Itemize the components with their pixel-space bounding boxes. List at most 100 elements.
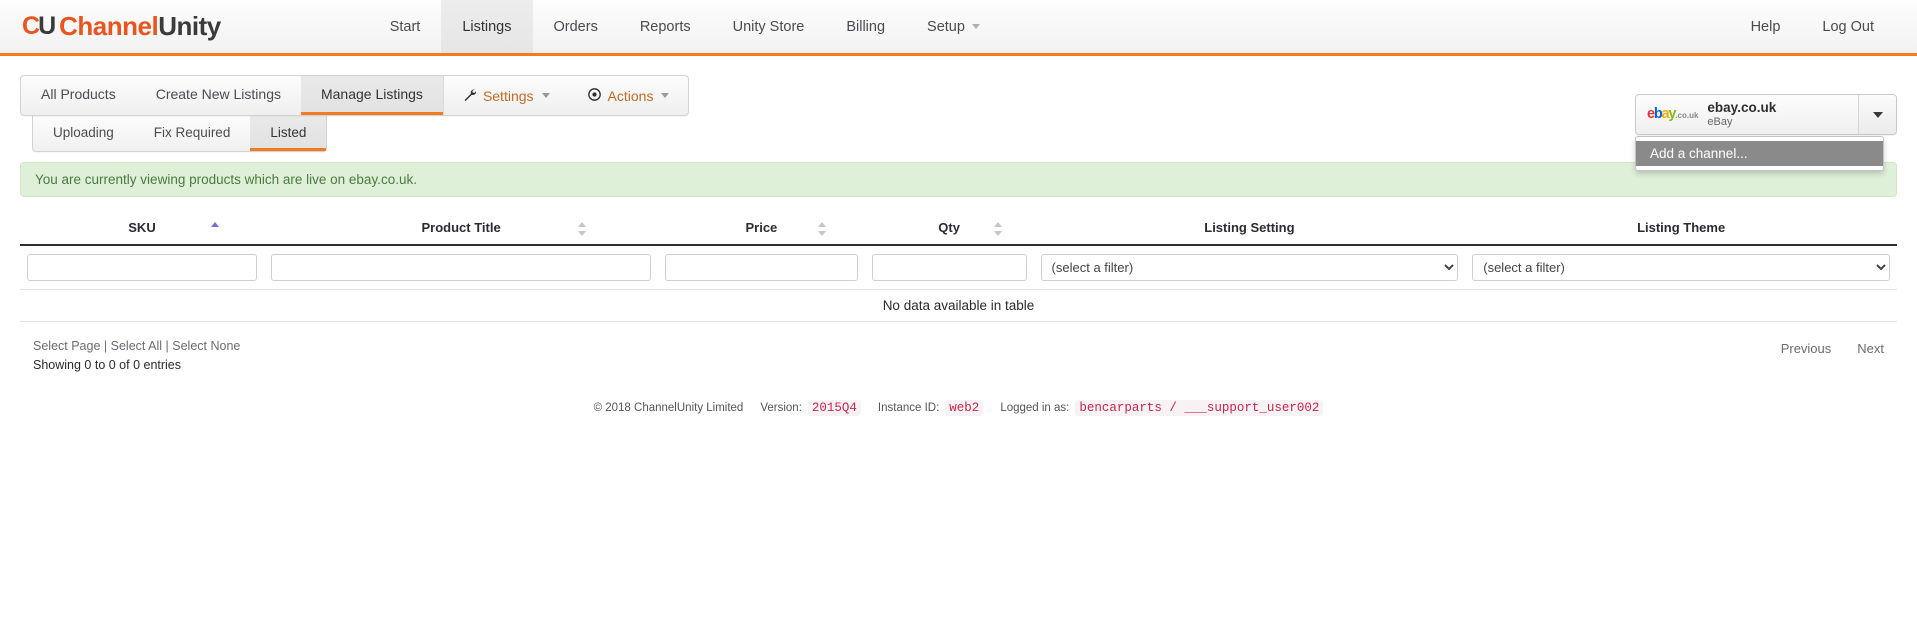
caret-down-icon [1872, 111, 1883, 118]
previous-page-button[interactable]: Previous [1781, 341, 1832, 356]
version-value: 2015Q4 [807, 400, 861, 417]
tab-label-all-products: All Products [41, 86, 116, 102]
tab-label-listed: Listed [270, 124, 307, 140]
column-label-product-title: Product Title [421, 220, 501, 235]
column-label-qty: Qty [938, 220, 960, 235]
filter-cell-listing-theme: (select a filter) [1465, 245, 1897, 290]
tab-fix-required[interactable]: Fix Required [134, 116, 251, 151]
column-header-listing-setting: Listing Setting [1033, 213, 1466, 246]
filter-cell-price [658, 245, 865, 290]
sep-2: | [162, 339, 173, 353]
select-all-link[interactable]: Select All [111, 339, 162, 353]
site-footer: © 2018 ChannelUnity Limited Version: 201… [20, 400, 1897, 417]
channel-dropdown-menu: Add a channel... [1635, 136, 1884, 171]
channelunity-logo-mark: CU [22, 12, 56, 41]
nav-item-help[interactable]: Help [1730, 0, 1802, 53]
pagination-controls: Previous Next [1781, 337, 1884, 356]
column-header-sku[interactable]: SKU [20, 213, 264, 246]
nav-item-listings[interactable]: Listings [441, 0, 533, 53]
nav-item-reports[interactable]: Reports [619, 0, 712, 53]
secondary-tab-bar: Uploading Fix Required Listed [20, 116, 1897, 152]
table-head: SKU Product Title Price Qty Listing Sett… [20, 213, 1897, 246]
brand-name-unity: Unity [158, 11, 221, 41]
logo-mark-u: U [38, 12, 56, 40]
nav-item-billing[interactable]: Billing [825, 0, 906, 53]
tab-all-products[interactable]: All Products [21, 76, 136, 115]
selection-links: Select Page | Select All | Select None [33, 337, 240, 355]
brand-logo[interactable]: CU Channel Unity [0, 0, 239, 53]
nav-right-links: Help Log Out [1730, 0, 1917, 53]
actions-label: Actions [607, 87, 654, 104]
channel-text: ebay.co.uk eBay [1707, 95, 1858, 134]
primary-tab-bar: All Products Create New Listings Manage … [20, 75, 1897, 116]
nav-label-help: Help [1750, 18, 1781, 35]
nav-item-start[interactable]: Start [369, 0, 442, 53]
actions-dropdown-button[interactable]: Actions [569, 76, 689, 115]
tab-uploading[interactable]: Uploading [33, 116, 134, 151]
nav-label-billing: Billing [846, 18, 886, 35]
instance-group: Instance ID: web2 [877, 400, 984, 417]
filter-cell-listing-setting: (select a filter) [1033, 245, 1466, 290]
secondary-tab-shell: Uploading Fix Required Listed [32, 116, 328, 152]
filter-cell-qty [864, 245, 1034, 290]
tab-listed[interactable]: Listed [250, 116, 327, 151]
chevron-down-icon [971, 24, 980, 29]
table-header-row: SKU Product Title Price Qty Listing Sett… [20, 213, 1897, 246]
table-empty-row: No data available in table [20, 289, 1897, 322]
filter-select-listing-theme[interactable]: (select a filter) [1472, 254, 1890, 281]
sort-indicator-sku[interactable] [211, 221, 220, 236]
ebay-logo-letter-b: b [1653, 106, 1663, 123]
listings-table-container: SKU Product Title Price Qty Listing Sett… [20, 213, 1897, 372]
filter-input-sku[interactable] [27, 254, 257, 281]
ebay-logo-tld: .co.uk [1675, 111, 1699, 121]
channel-dropdown-toggle[interactable] [1858, 95, 1896, 134]
column-header-qty[interactable]: Qty [864, 213, 1034, 246]
channel-selector-button[interactable]: ebay.co.uk ebay.co.uk eBay [1635, 94, 1897, 135]
tab-label-manage-listings: Manage Listings [320, 86, 423, 102]
brand-name-channel: Channel [59, 11, 159, 41]
logged-in-group: Logged in as: bencarparts / ___support_u… [1000, 400, 1324, 417]
menu-item-add-a-channel[interactable]: Add a channel... [1636, 141, 1883, 166]
filter-input-product-title[interactable] [271, 254, 652, 281]
nav-label-listings: Listings [462, 18, 512, 35]
instance-id-label: Instance ID: [877, 402, 940, 415]
filter-select-listing-setting[interactable]: (select a filter) [1040, 254, 1459, 281]
nav-item-logout[interactable]: Log Out [1801, 0, 1895, 53]
table-footer-left: Select Page | Select All | Select None S… [33, 337, 240, 372]
logged-in-value: bencarparts / ___support_user002 [1075, 400, 1324, 417]
nav-item-orders[interactable]: Orders [533, 0, 619, 53]
sort-indicator-price[interactable] [818, 221, 827, 236]
channel-subtitle: eBay [1707, 115, 1733, 128]
ebay-logo: ebay.co.uk [1636, 95, 1707, 134]
select-none-link[interactable]: Select None [172, 339, 240, 353]
table-filter-row: (select a filter) (select a filter) [20, 245, 1897, 290]
primary-nav-links: Start Listings Orders Reports Unity Stor… [369, 0, 1001, 53]
entries-summary: Showing 0 to 0 of 0 entries [33, 358, 182, 373]
nav-item-unity-store[interactable]: Unity Store [712, 0, 826, 53]
channel-title: ebay.co.uk [1707, 100, 1777, 116]
filter-input-qty[interactable] [871, 254, 1027, 281]
nav-item-setup[interactable]: Setup [906, 0, 1001, 53]
column-header-price[interactable]: Price [658, 213, 865, 246]
tab-manage-listings[interactable]: Manage Listings [300, 76, 443, 115]
next-page-button[interactable]: Next [1857, 341, 1884, 356]
nav-label-reports: Reports [639, 18, 691, 35]
nav-label-unity-store: Unity Store [732, 18, 805, 35]
select-page-link[interactable]: Select Page [33, 339, 100, 353]
tab-label-create-new-listings: Create New Listings [155, 86, 281, 102]
filter-input-price[interactable] [665, 254, 858, 281]
sort-indicator-qty[interactable] [994, 221, 1003, 236]
logo-mark-c: C [22, 12, 40, 40]
column-header-product-title[interactable]: Product Title [264, 213, 659, 246]
tab-label-uploading: Uploading [53, 124, 114, 140]
sort-indicator-product-title[interactable] [578, 221, 587, 236]
chevron-down-icon [661, 93, 670, 98]
instance-id-value: web2 [945, 400, 984, 417]
info-alert-banner: You are currently viewing products which… [20, 162, 1897, 197]
column-header-listing-theme: Listing Theme [1465, 213, 1897, 246]
nav-label-orders: Orders [553, 18, 598, 35]
listings-table: SKU Product Title Price Qty Listing Sett… [20, 213, 1897, 322]
tab-create-new-listings[interactable]: Create New Listings [136, 76, 301, 115]
sep-1: | [100, 339, 111, 353]
settings-dropdown-button[interactable]: Settings [444, 76, 569, 115]
